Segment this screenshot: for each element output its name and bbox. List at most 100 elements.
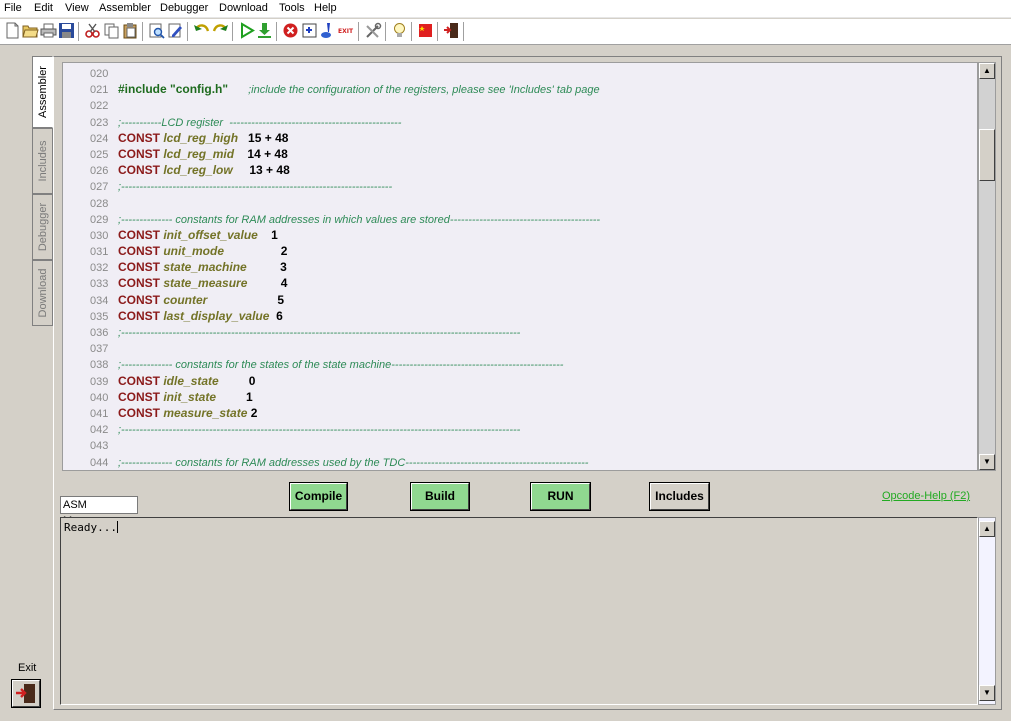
toolbar-separator (385, 22, 387, 41)
messages-scroll-down-button[interactable]: ▼ (979, 685, 995, 701)
menu-tools[interactable]: Tools (279, 2, 305, 14)
code-line: 029 ;-------------- constants for RAM add… (63, 211, 977, 227)
code-token-id: idle_state (163, 373, 219, 388)
messages-scrollbar[interactable]: ▲ ▼ (978, 517, 996, 705)
code-line: 042 ;------------------------------------… (63, 421, 977, 437)
code-token-kw: CONST (118, 130, 164, 145)
line-number: 039 (90, 375, 109, 388)
line-number: 029 (90, 213, 109, 226)
menu-view[interactable]: View (65, 2, 89, 14)
line-number: 023 (90, 116, 109, 129)
code-line: 020 (63, 65, 977, 81)
code-token-num: 15 + 48 (248, 130, 289, 145)
code-token-cmt: ;-------------- constants for RAM addres… (118, 213, 601, 226)
exit-button[interactable] (11, 679, 41, 708)
exit-text-icon[interactable]: EXIT (338, 22, 355, 39)
find-icon[interactable] (148, 22, 165, 39)
opcode-help-link[interactable]: Opcode-Help (F2) (882, 490, 970, 502)
menu-assembler[interactable]: Assembler (99, 2, 151, 14)
tab-download[interactable]: Download (32, 260, 53, 326)
tools-icon[interactable] (365, 22, 382, 39)
code-line: 040 CONST init_state 1 (63, 389, 977, 405)
code-token-kw: CONST (118, 163, 164, 178)
print-icon[interactable] (40, 22, 57, 39)
code-line: 039 CONST idle_state 0 (63, 373, 977, 389)
cut-icon[interactable] (84, 22, 101, 39)
code-line: 043 (63, 437, 977, 453)
build-button[interactable]: Build (410, 482, 470, 511)
code-token-kw: CONST (118, 389, 164, 404)
save-icon[interactable] (58, 22, 75, 39)
code-line: 027 ;------------------------------------… (63, 178, 977, 194)
tab-includes[interactable]: Includes (32, 128, 53, 194)
toolbar-separator (437, 22, 439, 41)
line-number: 036 (90, 327, 109, 339)
paste-icon[interactable] (122, 22, 139, 39)
code-line: 031 CONST unit_mode 2 (63, 243, 977, 259)
code-token-id: counter (163, 292, 208, 307)
debug-icon[interactable] (320, 22, 337, 39)
asm-messages-label: ASM Messages (60, 496, 138, 527)
code-token-cmt: ;-------------- constants for RAM addres… (118, 456, 589, 469)
menu-help[interactable]: Help (314, 2, 337, 14)
scroll-up-button[interactable]: ▲ (979, 63, 995, 79)
copy-icon[interactable] (103, 22, 120, 39)
toolbar-separator (276, 22, 278, 41)
code-lines: 020 021 #include "config.h" ;include the c… (63, 65, 977, 470)
step-into-icon[interactable] (301, 22, 318, 39)
menu-download[interactable]: Download (219, 2, 268, 14)
line-number: 031 (90, 246, 109, 259)
editor-scrollbar[interactable]: ▲ ▼ (978, 62, 996, 471)
code-line: 036 ;------------------------------------… (63, 324, 977, 340)
line-number: 022 (90, 100, 109, 113)
code-token-kw: CONST (118, 276, 164, 291)
find-replace-icon[interactable] (167, 22, 184, 39)
download-icon[interactable] (256, 22, 273, 39)
code-token-kw: CONST (118, 373, 164, 388)
compile-button[interactable]: Compile (289, 482, 348, 511)
line-number: 028 (90, 197, 109, 210)
run-button[interactable]: RUN (530, 482, 591, 511)
code-token-id: lcd_reg_high (163, 130, 239, 145)
hint-icon[interactable] (391, 22, 408, 39)
door-exit-icon[interactable] (443, 22, 460, 39)
code-token-inc: #include "config.h" (118, 82, 229, 97)
code-token-id: lcd_reg_low (163, 163, 233, 178)
new-file-icon[interactable] (4, 22, 21, 39)
menu-edit[interactable]: Edit (34, 2, 53, 14)
open-folder-icon[interactable] (22, 22, 39, 39)
code-token-num: 14 + 48 (247, 146, 288, 161)
scroll-down-button[interactable]: ▼ (979, 454, 995, 470)
menu-file[interactable]: File (4, 2, 22, 14)
tab-debugger[interactable]: Debugger (32, 194, 53, 260)
code-line: 026 CONST lcd_reg_low 13 + 48 (63, 162, 977, 178)
code-line: 023 ;-----------LCD register ------------… (63, 114, 977, 130)
code-token-num: 6 (276, 308, 283, 323)
code-line: 035 CONST last_display_value 6 (63, 308, 977, 324)
tab-assembler[interactable]: Assembler (32, 56, 53, 128)
code-line: 024 CONST lcd_reg_high 15 + 48 (63, 130, 977, 146)
undo-icon[interactable] (193, 22, 210, 39)
code-editor[interactable]: 020 021 #include "config.h" ;include the c… (62, 62, 978, 471)
asm-messages-box[interactable]: Ready... (60, 517, 978, 705)
scroll-thumb[interactable] (979, 129, 995, 181)
line-number: 021 (90, 84, 109, 97)
code-token-id: init_state (163, 389, 217, 404)
menu-debugger[interactable]: Debugger (160, 2, 208, 14)
redo-icon[interactable] (212, 22, 229, 39)
code-token-id: measure_state (163, 405, 248, 420)
messages-scroll-up-button[interactable]: ▲ (979, 521, 995, 537)
line-number: 042 (90, 424, 109, 437)
code-token-cmt: ;-------------- constants for the states… (118, 359, 564, 372)
code-token-num: 2 (280, 244, 288, 259)
code-token-kw: CONST (118, 227, 164, 242)
svg-text:EXIT: EXIT (338, 28, 354, 35)
stop-icon[interactable] (282, 22, 299, 39)
includes-button[interactable]: Includes (649, 482, 710, 511)
run-icon[interactable] (238, 22, 255, 39)
door-exit-icon (16, 684, 35, 703)
flag-icon[interactable] (417, 22, 434, 39)
